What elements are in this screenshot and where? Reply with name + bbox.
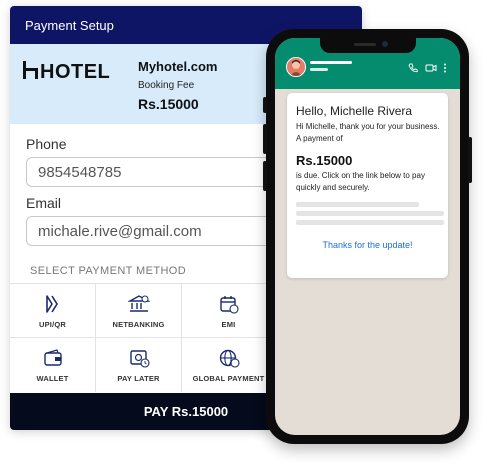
select-payment-method-title: SELECT PAYMENT METHOD (30, 265, 187, 277)
globe-icon (219, 349, 240, 368)
phone-label: Phone (26, 136, 67, 152)
phone-power-button (468, 137, 472, 183)
phone-screen: Hello, Michelle Rivera Hi Michelle, than… (275, 38, 460, 435)
phone-notch (320, 38, 416, 53)
upi-icon (45, 295, 58, 313)
pay-button-label: PAY Rs.15000 (143, 404, 229, 419)
method-label: PAY LATER (117, 374, 160, 383)
phone-camera (382, 41, 388, 47)
phone-mute-switch (263, 97, 267, 113)
message-placeholder-line (296, 202, 419, 207)
phone-volume-down (263, 161, 267, 191)
method-upi-qr[interactable]: UPI/QR (10, 284, 96, 338)
method-wallet[interactable]: WALLET (10, 338, 96, 392)
method-label: NETBANKING (112, 320, 165, 329)
message-intro: Hi Michelle, thank you for your business… (296, 122, 440, 143)
method-label: WALLET (36, 374, 69, 383)
message-placeholder-line (296, 211, 444, 216)
email-label: Email (26, 195, 62, 211)
message-body: is due. Click on the link below to pay q… (296, 171, 425, 192)
method-label: GLOBAL PAYMENT (192, 374, 265, 383)
bank-icon (127, 295, 150, 312)
card-header-title: Payment Setup (25, 17, 114, 33)
more-vert-icon[interactable] (443, 63, 447, 73)
method-pay-later[interactable]: PAY LATER (96, 338, 182, 392)
method-netbanking[interactable]: NETBANKING (96, 284, 182, 338)
phone-volume-up (263, 124, 267, 154)
video-call-icon[interactable] (425, 63, 437, 73)
contact-avatar[interactable] (286, 57, 306, 77)
method-label: EMI (221, 320, 236, 329)
booking-fee-label: Booking Fee (138, 80, 195, 91)
phone-field-value: 9854548785 (38, 163, 122, 181)
method-global-payment[interactable]: GLOBAL PAYMENT (182, 338, 276, 392)
thanks-for-update-link[interactable]: Thanks for the update! (287, 240, 448, 250)
booking-fee-amount: Rs.15000 (138, 96, 199, 112)
phone-mockup: Hello, Michelle Rivera Hi Michelle, than… (263, 29, 472, 444)
message-placeholder-line (296, 220, 444, 225)
method-emi[interactable]: EMI (182, 284, 276, 338)
message-greeting: Hello, Michelle Rivera (296, 104, 413, 118)
calendar-icon (219, 296, 239, 314)
phone-speaker (354, 43, 376, 46)
wallet-icon (43, 349, 62, 366)
logo-text: HOTEL (40, 61, 110, 81)
person-avatar-icon (287, 58, 305, 76)
method-label: UPI/QR (38, 320, 67, 329)
message-bubble: Hello, Michelle Rivera Hi Michelle, than… (287, 93, 448, 278)
contact-status-placeholder (310, 68, 328, 71)
message-amount: Rs.15000 (296, 153, 353, 168)
hotel-logo: HOTEL (23, 61, 110, 81)
pay-later-icon (129, 350, 150, 368)
merchant-site: Myhotel.com (138, 59, 218, 74)
phone-call-icon[interactable] (408, 63, 418, 73)
contact-name-placeholder (310, 61, 352, 64)
email-field-value: michale.rive@gmail.com (38, 222, 202, 240)
